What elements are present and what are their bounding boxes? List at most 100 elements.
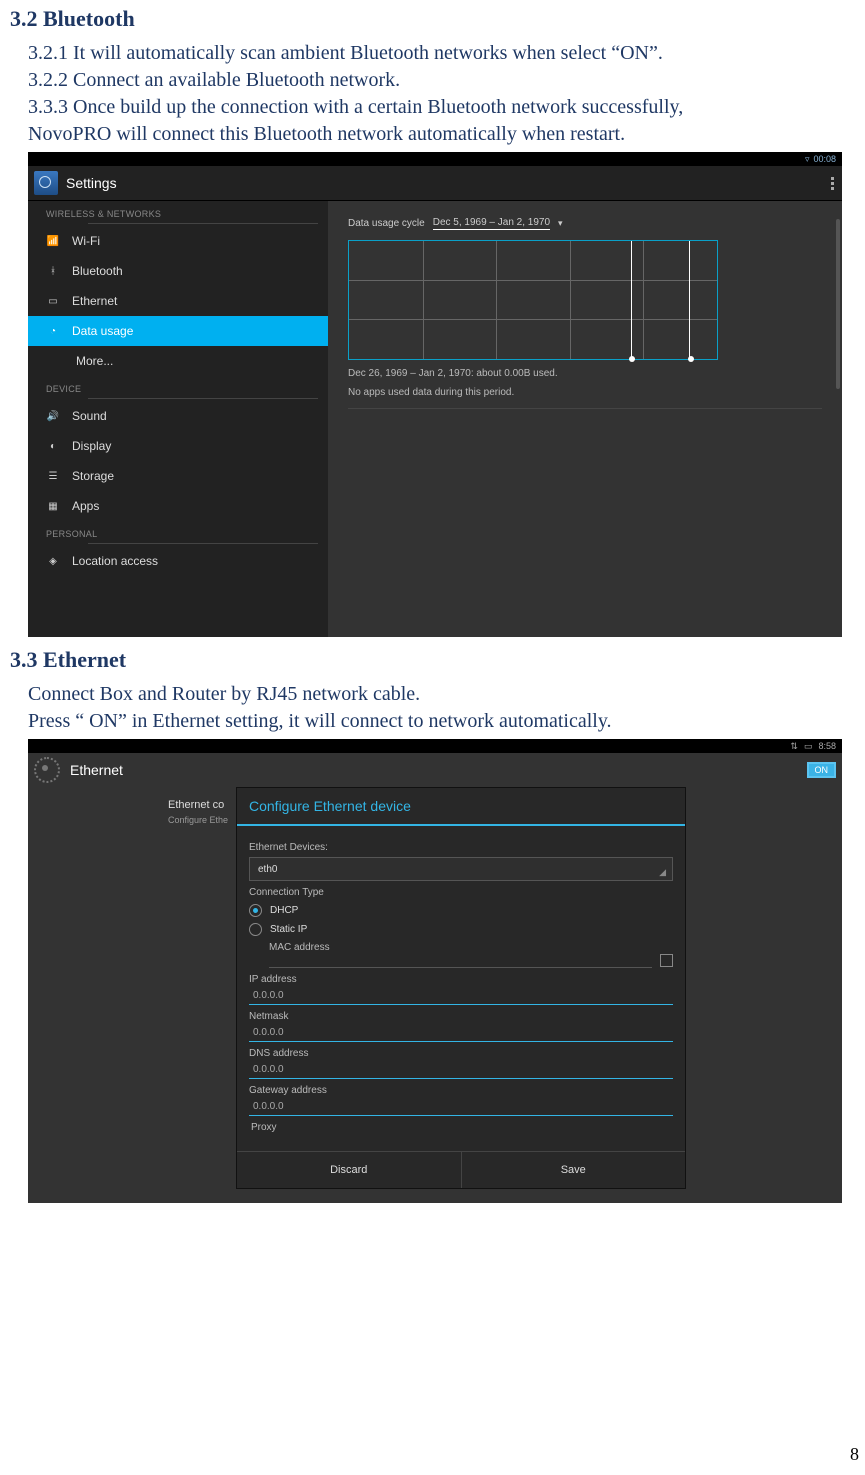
usage-caption2: No apps used data during this period. [348,387,822,398]
location-icon: ◈ [46,554,60,568]
chevron-down-icon: ▾ [558,218,563,229]
status-time: 8:58 [818,741,836,751]
bluetooth-body: 3.2.1 It will automatically scan ambient… [28,40,855,148]
discard-button[interactable]: Discard [237,1152,462,1188]
scrollbar[interactable] [836,219,840,389]
radio-label: Static IP [270,924,307,935]
bluetooth-icon: ᚼ [46,264,60,278]
para-321: 3.2.1 It will automatically scan ambient… [28,40,855,67]
ip-input[interactable] [249,987,673,1005]
wifi-icon: 📶 [46,234,60,248]
netmask-label: Netmask [249,1011,673,1022]
sidebar-item-label: Storage [72,469,114,483]
ip-label: IP address [249,974,673,985]
save-button[interactable]: Save [462,1152,686,1188]
group-wireless: WIRELESS & NETWORKS [28,201,328,223]
usage-chart[interactable] [348,240,718,360]
monitor-icon: ▭ [804,741,813,752]
para-333a: 3.3.3 Once build up the connection with … [28,94,855,121]
sidebar-item-label: Apps [72,499,99,513]
sidebar-item-ethernet[interactable]: ▭ Ethernet [28,286,328,316]
data-usage-panel: Data usage cycle Dec 5, 1969 – Jan 2, 19… [328,201,842,637]
app-title: Ethernet [70,762,123,778]
app-title: Settings [66,175,117,191]
sidebar-item-label: Bluetooth [72,264,123,278]
overflow-menu-icon[interactable] [831,177,834,190]
bg-row-subtitle: Configure Ethe [168,815,228,825]
dialog-title: Configure Ethernet device [237,788,685,826]
dns-input[interactable] [249,1061,673,1079]
sidebar-item-display[interactable]: ◐ Display [28,431,328,461]
sidebar-item-label: Sound [72,409,107,423]
settings-app-icon [34,171,58,195]
ethernet-toggle-on[interactable]: ON [807,762,837,778]
wifi-icon: ▿ [805,154,810,165]
sidebar-item-storage[interactable]: ☰ Storage [28,461,328,491]
mac-input[interactable] [269,953,652,968]
cycle-label: Data usage cycle [348,218,425,229]
sidebar-item-location[interactable]: ◈ Location access [28,546,328,576]
radio-icon [249,923,262,936]
connection-type-label: Connection Type [249,887,673,898]
ethernet-devices-dropdown[interactable]: eth0 ◢ [249,857,673,881]
mac-checkbox[interactable] [660,954,673,967]
sidebar-item-label: Data usage [72,324,133,338]
sidebar-item-apps[interactable]: ▦ Apps [28,491,328,521]
group-device: DEVICE [28,376,328,398]
settings-screenshot: ▿ 00:08 Settings WIRELESS & NETWORKS 📶 W… [28,152,842,637]
static-ip-radio-row[interactable]: Static IP [249,923,673,936]
sidebar-item-bluetooth[interactable]: ᚼ Bluetooth [28,256,328,286]
status-bar: ⇅ ▭ 8:58 [28,739,842,753]
cycle-dropdown[interactable]: Dec 5, 1969 – Jan 2, 1970 [433,217,550,230]
ethernet-body: Connect Box and Router by RJ45 network c… [28,681,855,735]
sidebar-item-more[interactable]: More... [28,346,328,376]
sidebar-item-wifi[interactable]: 📶 Wi-Fi [28,226,328,256]
sidebar-item-label: Wi-Fi [72,234,100,248]
sound-icon: 🔊 [46,409,60,423]
para-333b: NovoPRO will connect this Bluetooth netw… [28,121,855,148]
section-heading-bluetooth: 3.2 Bluetooth [10,6,855,32]
devices-label: Ethernet Devices: [249,842,673,853]
gateway-label: Gateway address [249,1085,673,1096]
ethernet-p1: Connect Box and Router by RJ45 network c… [28,681,855,708]
gear-icon [34,757,60,783]
usage-caption1: Dec 26, 1969 – Jan 2, 1970: about 0.00B … [348,368,822,379]
gateway-input[interactable] [249,1098,673,1116]
bg-row-title: Ethernet co [168,799,224,811]
apps-icon: ▦ [46,499,60,513]
dhcp-radio-row[interactable]: DHCP [249,904,673,917]
app-titlebar: Settings [28,166,842,201]
ethernet-screenshot: ⇅ ▭ 8:58 Ethernet ON Ethernet co Configu… [28,739,842,1203]
dns-label: DNS address [249,1048,673,1059]
status-bar: ▿ 00:08 [28,152,842,166]
sidebar-item-sound[interactable]: 🔊 Sound [28,401,328,431]
network-icon: ⇅ [790,741,798,752]
display-icon: ◐ [46,439,60,453]
storage-icon: ☰ [46,469,60,483]
netmask-input[interactable] [249,1024,673,1042]
sidebar-item-label: Location access [72,554,158,568]
status-time: 00:08 [813,154,836,164]
chevron-down-icon: ◢ [659,867,666,878]
sidebar-item-label: More... [76,354,113,368]
range-marker-end[interactable] [688,356,694,362]
app-titlebar: Ethernet ON [28,753,842,787]
settings-sidebar: WIRELESS & NETWORKS 📶 Wi-Fi ᚼ Bluetooth … [28,201,328,637]
configure-ethernet-dialog: Configure Ethernet device Ethernet Devic… [236,787,686,1189]
section-heading-ethernet: 3.3 Ethernet [10,647,855,673]
page-number: 8 [850,1444,859,1465]
mac-label: MAC address [269,942,673,953]
para-322: 3.2.2 Connect an available Bluetooth net… [28,67,855,94]
group-personal: PERSONAL [28,521,328,543]
radio-label: DHCP [270,905,298,916]
sidebar-item-label: Ethernet [72,294,117,308]
data-usage-icon: ◔ [46,324,60,338]
range-marker-start[interactable] [629,356,635,362]
radio-icon [249,904,262,917]
sidebar-item-label: Display [72,439,111,453]
ethernet-p2: Press “ ON” in Ethernet setting, it will… [28,708,855,735]
proxy-label: Proxy [251,1122,673,1133]
sidebar-item-data-usage[interactable]: ◔ Data usage [28,316,328,346]
dropdown-value: eth0 [258,864,277,875]
ethernet-icon: ▭ [46,294,60,308]
